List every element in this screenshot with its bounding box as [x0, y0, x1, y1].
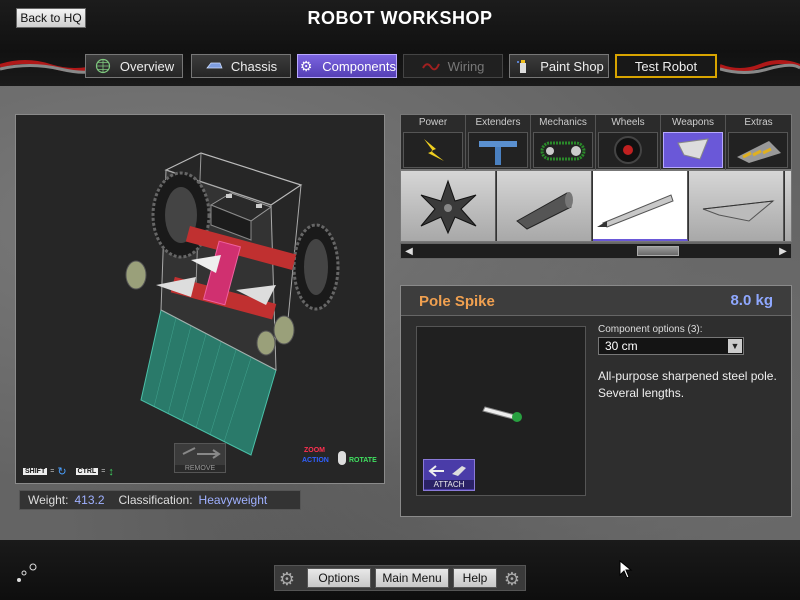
gear-icon: ⚙ — [503, 569, 521, 589]
gear-icon: ⚙ — [299, 58, 313, 74]
remove-tool-icon — [182, 447, 221, 459]
hazard-plate-icon — [737, 141, 781, 163]
category-mechanics-label: Mechanics — [539, 117, 587, 128]
tab-components[interactable]: ⚙ Components — [297, 54, 397, 78]
pole-spike-preview-icon — [482, 406, 522, 422]
category-power[interactable]: Power — [401, 115, 466, 171]
item-cone-spike[interactable] — [497, 171, 592, 241]
shift-key-hint: SHIFT — [23, 468, 48, 475]
tab-chassis-label: Chassis — [230, 58, 278, 74]
shuriken-icon — [420, 179, 477, 235]
component-options-label: Component options (3): — [598, 324, 703, 335]
wire-icon — [421, 63, 440, 71]
robot-model — [125, 152, 340, 456]
blade-icon — [677, 138, 709, 160]
component-option-select[interactable]: 30 cm ▼ — [598, 337, 744, 355]
tab-paint-shop-label: Paint Shop — [540, 58, 604, 74]
mouse-cursor-icon — [619, 560, 633, 579]
page-title: ROBOT WORKSHOP — [307, 8, 493, 28]
tab-overview-label: Overview — [119, 58, 175, 74]
item-shuriken[interactable] — [401, 171, 496, 241]
category-wheels-label: Wheels — [611, 117, 645, 128]
action-hint: ACTION — [302, 457, 329, 464]
tread-right — [292, 223, 340, 311]
item-pole-spike[interactable] — [593, 171, 688, 241]
chain-icon — [540, 141, 586, 161]
category-mechanics[interactable]: Mechanics — [531, 115, 596, 171]
tab-chassis[interactable]: Chassis — [191, 54, 291, 78]
robot-stats-bar: Weight: 413.2 Classification: Heavyweigh… — [19, 490, 301, 510]
selected-option-text: 30 cm — [605, 339, 638, 353]
weight-label: Weight: — [28, 493, 69, 507]
lightning-icon — [424, 139, 444, 161]
scroll-right-arrow-icon[interactable]: ▶ — [776, 244, 790, 258]
mouse-icon — [338, 451, 346, 465]
footer-menu: ⚙ Options Main Menu Help ⚙ — [274, 565, 526, 591]
tab-components-label: Components — [322, 58, 396, 74]
item-scrollbar[interactable]: ◀ ▶ — [400, 243, 792, 259]
options-button[interactable]: Options — [307, 568, 371, 588]
rotate-hint: ROTATE — [349, 457, 377, 464]
extender-icon — [479, 141, 517, 165]
tab-paint-shop[interactable]: Paint Shop — [509, 54, 609, 78]
category-weapons[interactable]: Weapons — [661, 115, 726, 171]
attach-button[interactable]: ATTACH — [423, 459, 475, 491]
control-hints-left: SHIFT = ↻ CTRL = ↕ — [23, 465, 114, 478]
cable-right-decoration — [720, 60, 800, 74]
detail-header: Pole Spike 8.0 kg — [401, 286, 791, 316]
robot-3d-viewport[interactable]: REMOVE SHIFT = ↻ CTRL = ↕ ZOOM ACTION RO… — [15, 114, 385, 484]
category-extenders-label: Extenders — [475, 117, 521, 128]
category-extras-label: Extras — [744, 117, 773, 128]
remove-button[interactable]: REMOVE — [174, 443, 226, 473]
component-weight: 8.0 kg — [730, 292, 773, 309]
tab-test-robot-label: Test Robot — [634, 58, 698, 74]
chassis-icon — [206, 62, 223, 69]
zoom-hint: ZOOM — [304, 447, 325, 454]
spray-can-icon — [517, 60, 527, 73]
category-power-label: Power — [418, 117, 448, 128]
loading-dots-icon — [14, 562, 40, 588]
remove-button-label: REMOVE — [175, 465, 225, 472]
tab-wiring-label: Wiring — [447, 58, 485, 74]
help-button[interactable]: Help — [453, 568, 497, 588]
tab-wiring: Wiring — [403, 54, 503, 78]
vertical-arrow-icon: ↕ — [108, 465, 114, 478]
scroll-left-arrow-icon[interactable]: ◀ — [402, 244, 416, 258]
globe-icon — [95, 58, 111, 74]
item-partial[interactable] — [785, 171, 791, 241]
wedge-blade-icon — [702, 200, 775, 222]
category-wheels[interactable]: Wheels — [596, 115, 661, 171]
category-extenders[interactable]: Extenders — [466, 115, 531, 171]
component-name: Pole Spike — [419, 293, 495, 310]
classification-label: Classification: — [118, 493, 193, 507]
ctrl-key-hint: CTRL — [75, 468, 99, 475]
wheel-icon — [614, 136, 642, 164]
tab-overview[interactable]: Overview — [85, 54, 183, 78]
weight-value: 413.2 — [74, 493, 105, 507]
component-item-list — [400, 170, 792, 242]
attach-arrow-icon — [428, 465, 466, 477]
rotate-arrow-icon: ↻ — [57, 466, 67, 478]
dropdown-arrow-icon: ▼ — [728, 339, 742, 353]
category-weapons-label: Weapons — [671, 117, 715, 128]
component-category-tabs: Power Extenders Mechanics Wheels Weapons… — [400, 114, 792, 171]
attach-button-label: ATTACH — [424, 480, 474, 489]
cone-spike-icon — [516, 192, 573, 230]
gear-icon: ⚙ — [278, 569, 296, 589]
tab-test-robot[interactable]: Test Robot — [615, 54, 717, 78]
category-extras[interactable]: Extras — [726, 115, 791, 171]
item-wedge-blade[interactable] — [689, 171, 784, 241]
component-description: All-purpose sharpened steel pole. Severa… — [598, 369, 777, 400]
classification-value: Heavyweight — [198, 493, 268, 507]
scroll-thumb[interactable] — [637, 246, 679, 256]
component-detail-panel: Pole Spike 8.0 kg ATTACH Component optio… — [400, 285, 792, 517]
main-menu-button[interactable]: Main Menu — [375, 568, 449, 588]
pole-spike-icon — [597, 194, 674, 228]
component-preview: ATTACH — [416, 326, 586, 496]
